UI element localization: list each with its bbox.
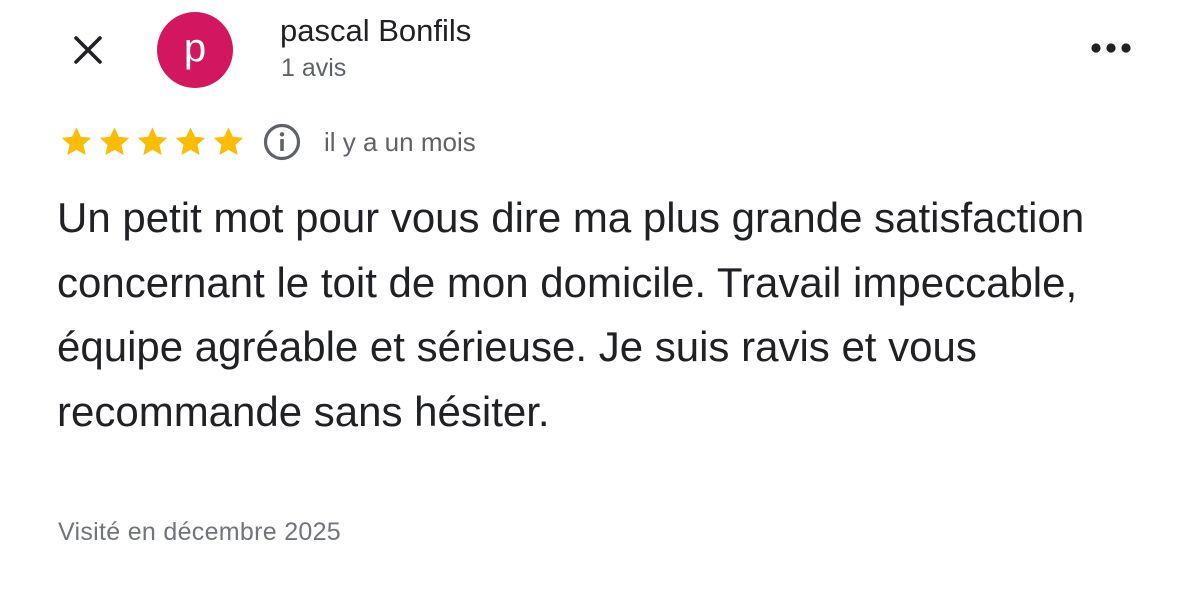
info-button[interactable] <box>260 122 304 162</box>
review-text: Un petit mot pour vous dire ma plus gran… <box>57 194 1085 435</box>
star-icon <box>61 126 92 155</box>
visit-date: Visité en décembre 2025 <box>58 518 342 546</box>
close-button[interactable] <box>62 24 114 76</box>
close-icon <box>74 36 102 64</box>
avatar[interactable]: p <box>157 12 233 88</box>
info-icon <box>263 123 301 161</box>
more-options-button[interactable] <box>1084 28 1138 68</box>
star-icon <box>99 126 130 155</box>
avatar-letter: p <box>183 26 207 70</box>
star-rating <box>58 124 247 161</box>
rating-row: il y a un mois <box>58 122 476 162</box>
review-card: p pascal Bonfils 1 avis il y a un mois U… <box>0 0 1200 600</box>
star-icon <box>137 126 168 155</box>
star-icon <box>213 126 244 155</box>
star-icon <box>175 126 206 155</box>
reviewer-name[interactable]: pascal Bonfils <box>280 13 471 49</box>
reviewer-review-count: 1 avis <box>281 54 347 82</box>
review-date: il y a un mois <box>324 126 476 157</box>
more-options-icon <box>1091 43 1131 53</box>
